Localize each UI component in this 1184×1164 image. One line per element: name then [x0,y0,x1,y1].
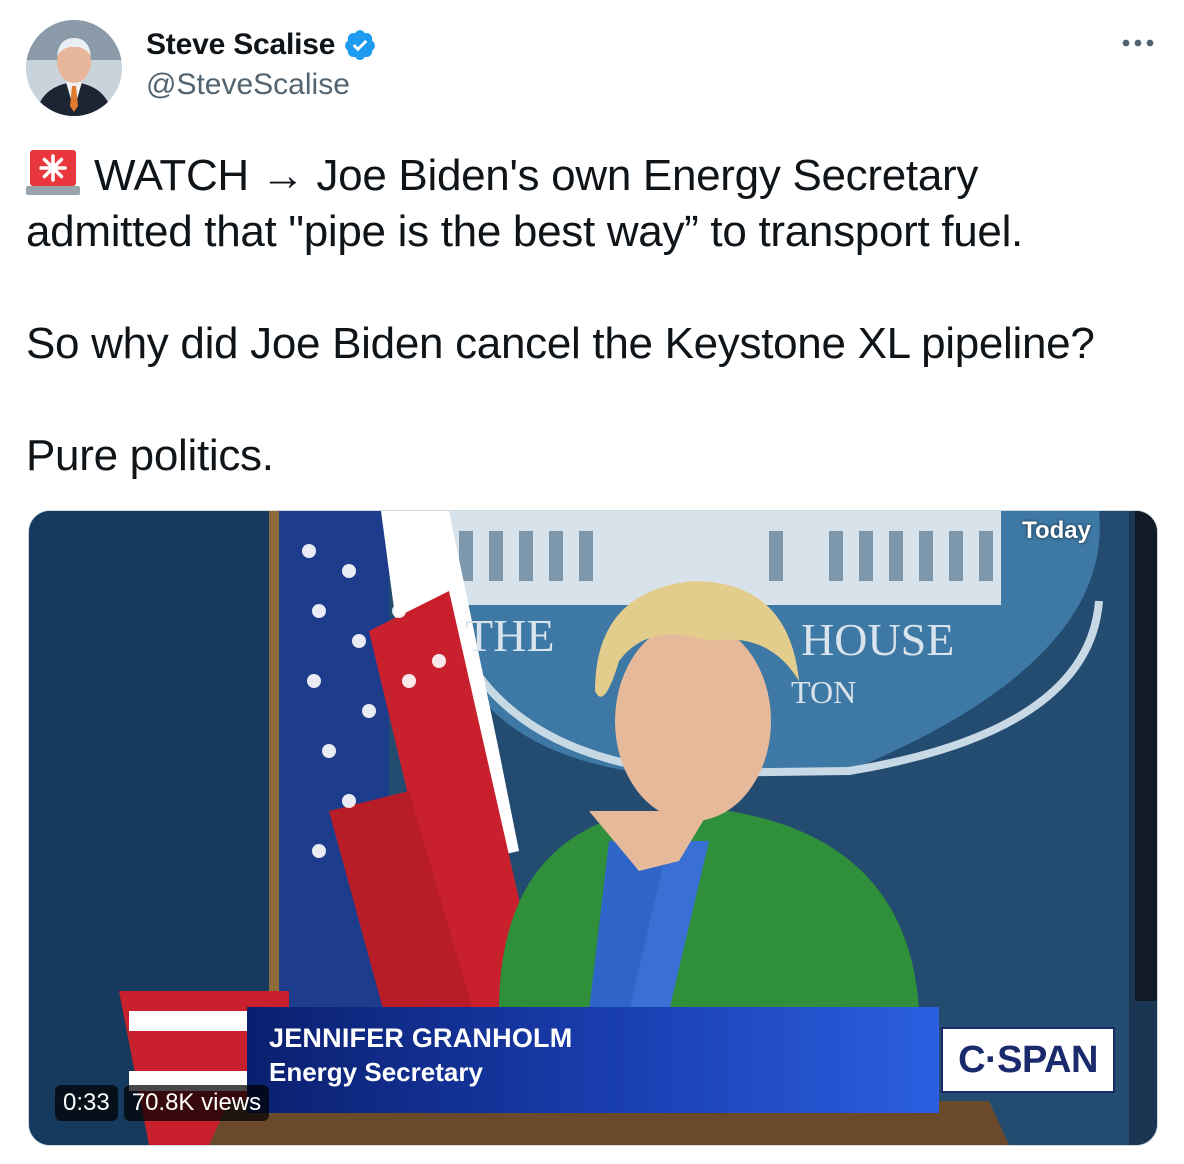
video-meta: 0:33 70.8K views [55,1085,270,1121]
avatar-image [26,20,122,116]
tweet-line-1: WATCH → Joe Biden's own Energy Secretary… [26,151,1023,256]
lower-third-name: JENNIFER GRANHOLM [269,1023,573,1053]
lower-third-title: Energy Secretary [269,1057,483,1087]
seal-text-left: THE [465,610,554,661]
tweet-paragraph-1: WATCH → Joe Biden's own Energy Secretary… [26,148,1156,260]
siren-emoji-icon [26,150,80,195]
cspan-logo: C·SPAN [941,1027,1115,1093]
author-name-text: Steve Scalise [146,28,336,61]
channel-tag: Today [1022,517,1091,544]
more-options-icon [1122,39,1154,47]
author-avatar[interactable] [26,20,122,116]
seal-text-bottom: TON [791,674,856,710]
author-handle[interactable]: @SteveScalise [146,68,350,102]
video-player[interactable]: THE HOUSE TON Today JENNIFER GRANHOLM En… [28,510,1158,1146]
seal-text-right: HOUSE [801,614,954,665]
more-options-button[interactable] [1118,28,1158,58]
video-duration: 0:33 [55,1085,118,1121]
tweet-line-2: So why did Joe Biden cancel the Keystone… [26,319,1095,368]
lower-third: JENNIFER GRANHOLM Energy Secretary [247,1007,939,1113]
video-views: 70.8K views [123,1085,270,1121]
tweet-text: WATCH → Joe Biden's own Energy Secretary… [26,148,1156,484]
verified-badge-icon [345,30,376,60]
tweet-line-3: Pure politics. [26,431,274,480]
author-name[interactable]: Steve Scalise [146,28,377,62]
